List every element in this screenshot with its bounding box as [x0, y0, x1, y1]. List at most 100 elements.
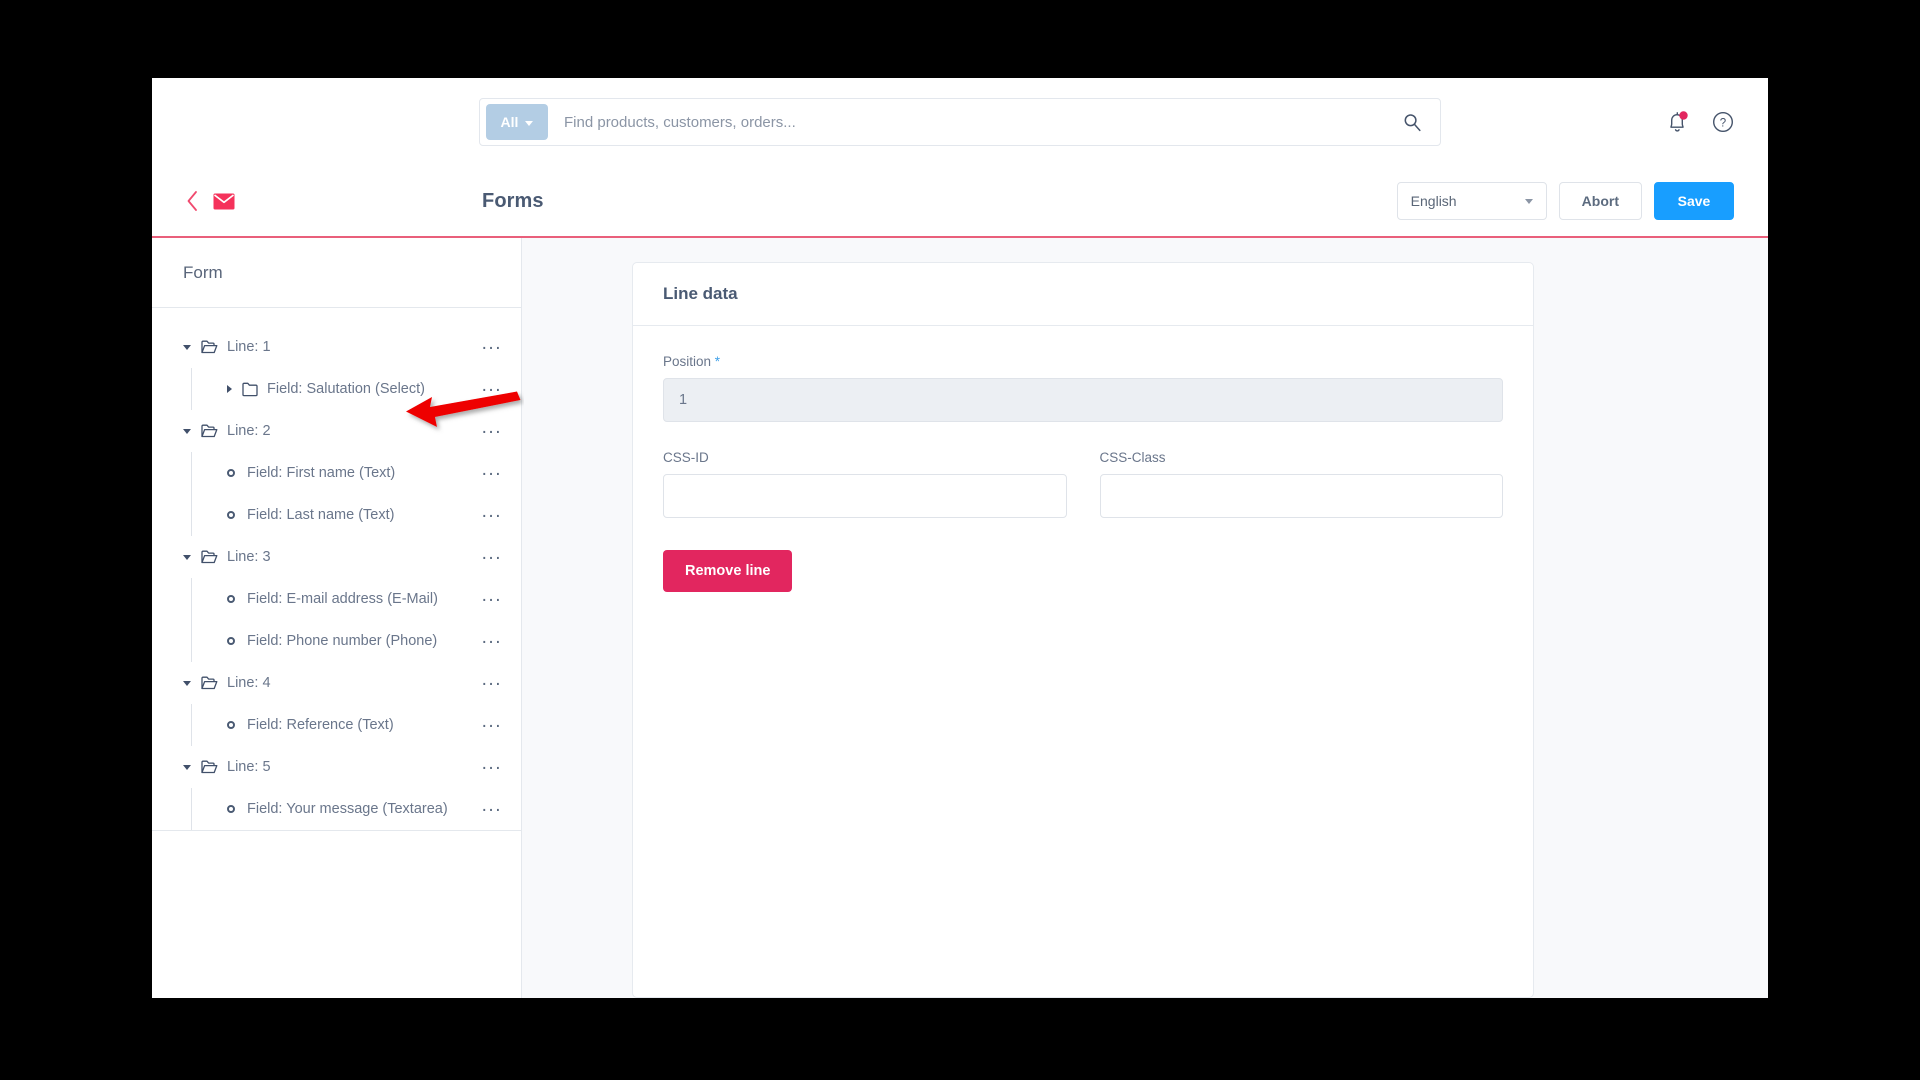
tree-row-menu-button[interactable]: ... — [482, 712, 502, 732]
content-area: Form Line: 1... Field: Salutation (Select… — [152, 238, 1768, 998]
envelope-icon — [213, 193, 235, 209]
tree-row[interactable]: Field: First name (Text)... — [152, 452, 521, 494]
chevron-down-icon[interactable] — [183, 764, 191, 770]
position-field-label: Position * — [663, 354, 1503, 369]
tree-row-label: Field: Phone number (Phone) — [247, 633, 438, 649]
circle-bullet-icon — [227, 595, 235, 603]
question-circle-icon: ? — [1712, 111, 1734, 133]
notification-badge-dot — [1679, 110, 1688, 120]
tree-guide-line — [191, 452, 192, 494]
folder-open-icon — [201, 340, 218, 355]
search-scope-dropdown[interactable]: All — [486, 104, 548, 140]
form-tree: Line: 1... Field: Salutation (Select)... L… — [152, 308, 521, 831]
tree-row[interactable]: Line: 5... — [152, 746, 521, 788]
chevron-down-icon — [525, 120, 534, 126]
global-search-bar: All — [479, 98, 1441, 146]
toolbar-left-actions — [186, 190, 235, 212]
sidebar-header: Form — [152, 238, 521, 308]
tree-row-label: Field: Last name (Text) — [247, 507, 395, 523]
tree-row-menu-button[interactable]: ... — [482, 796, 502, 816]
tree-row-menu-button[interactable]: ... — [482, 376, 502, 396]
tree-row-label: Line: 2 — [227, 423, 271, 439]
tree-row-menu-button[interactable]: ... — [482, 544, 502, 564]
circle-bullet-icon — [227, 511, 235, 519]
tree-row-menu-button[interactable]: ... — [482, 754, 502, 774]
position-label-text: Position — [663, 354, 712, 369]
tree-row-menu-button[interactable]: ... — [482, 628, 502, 648]
chevron-down-icon[interactable] — [183, 554, 191, 560]
language-select[interactable]: English — [1396, 182, 1547, 220]
line-data-card-title: Line data — [633, 263, 1533, 326]
tree-guide-line — [191, 578, 192, 620]
tree-guide-line — [191, 494, 192, 536]
tree-row-label: Field: Reference (Text) — [247, 717, 394, 733]
svg-text:?: ? — [1720, 118, 1726, 130]
toolbar-right-actions: English Abort Save — [1396, 182, 1734, 220]
cssclass-label: CSS-Class — [1099, 450, 1166, 465]
tree-row-menu-button[interactable]: ... — [482, 670, 502, 690]
tree-row[interactable]: Field: Salutation (Select)... — [152, 368, 521, 410]
circle-bullet-icon — [227, 805, 235, 813]
tree-row-label: Line: 5 — [227, 759, 271, 775]
application-window: All Find products, customers, orders... … — [152, 78, 1768, 998]
tree-row-label: Field: Your message (Textarea) — [247, 801, 448, 817]
chevron-right-icon[interactable] — [227, 385, 232, 393]
remove-line-button[interactable]: Remove line — [663, 550, 793, 592]
topbar-actions: ? — [1667, 110, 1734, 134]
tree-row-menu-button[interactable]: ... — [482, 502, 502, 522]
search-scope-label: All — [500, 114, 519, 130]
tree-row[interactable]: Line: 3... — [152, 536, 521, 578]
page-toolbar: Forms English Abort Save — [152, 166, 1768, 238]
tree-row-label: Line: 1 — [227, 339, 271, 355]
tree-row[interactable]: Field: Last name (Text)... — [152, 494, 521, 536]
tree-row-menu-button[interactable]: ... — [482, 418, 502, 438]
page-title: Forms — [482, 189, 544, 212]
tree-guide-line — [191, 368, 192, 410]
circle-bullet-icon — [227, 637, 235, 645]
css-fields-row: CSS-ID CSS-Class — [663, 450, 1503, 518]
chevron-down-icon[interactable] — [183, 428, 191, 434]
tree-row[interactable]: Line: 1... — [152, 326, 521, 368]
folder-open-icon — [201, 424, 218, 439]
tree-row-menu-button[interactable]: ... — [482, 586, 502, 606]
tree-row[interactable]: Line: 2... — [152, 410, 521, 452]
tree-row[interactable]: Field: E-mail address (E-Mail)... — [152, 578, 521, 620]
notifications-button[interactable] — [1667, 110, 1688, 134]
tree-row[interactable]: Line: 4... — [152, 662, 521, 704]
chevron-down-icon[interactable] — [183, 344, 191, 350]
mail-module-button[interactable] — [213, 193, 235, 210]
bell-icon — [1670, 110, 1688, 132]
cssclass-input[interactable] — [1099, 474, 1503, 518]
tree-row-label: Line: 3 — [227, 549, 271, 565]
tree-row-menu-button[interactable]: ... — [482, 334, 502, 354]
cssid-label: CSS-ID — [663, 450, 709, 465]
search-input[interactable] — [548, 112, 1390, 132]
chevron-left-icon — [187, 191, 197, 211]
folder-open-icon — [201, 760, 218, 775]
tree-row-label: Line: 4 — [227, 675, 271, 691]
back-button[interactable] — [186, 190, 199, 212]
main-panel: Line data Position * CSS-ID CSS-Class — [522, 238, 1768, 998]
tree-guide-line — [191, 620, 192, 662]
cssid-input[interactable] — [663, 474, 1067, 518]
position-input — [663, 378, 1503, 422]
circle-bullet-icon — [227, 721, 235, 729]
abort-button[interactable]: Abort — [1558, 182, 1642, 220]
chevron-down-icon[interactable] — [183, 680, 191, 686]
circle-bullet-icon — [227, 469, 235, 477]
tree-row[interactable]: Field: Reference (Text)... — [152, 704, 521, 746]
search-submit-button[interactable] — [1390, 113, 1434, 132]
tree-guide-line — [191, 704, 192, 746]
save-button[interactable]: Save — [1654, 182, 1734, 220]
tree-row[interactable]: Field: Your message (Textarea)... — [152, 788, 521, 830]
folder-open-icon — [201, 550, 218, 565]
tree-row-label: Field: First name (Text) — [247, 465, 396, 481]
tree-row[interactable]: Field: Phone number (Phone)... — [152, 620, 521, 662]
tree-row-menu-button[interactable]: ... — [482, 460, 502, 480]
tree-row-label: Field: E-mail address (E-Mail) — [247, 591, 438, 607]
help-button[interactable]: ? — [1712, 111, 1734, 133]
line-data-card: Line data Position * CSS-ID CSS-Class — [632, 262, 1534, 998]
required-asterisk: * — [714, 354, 721, 369]
line-data-card-body: Position * CSS-ID CSS-Class — [633, 326, 1533, 626]
language-select-value: English — [1410, 193, 1457, 209]
